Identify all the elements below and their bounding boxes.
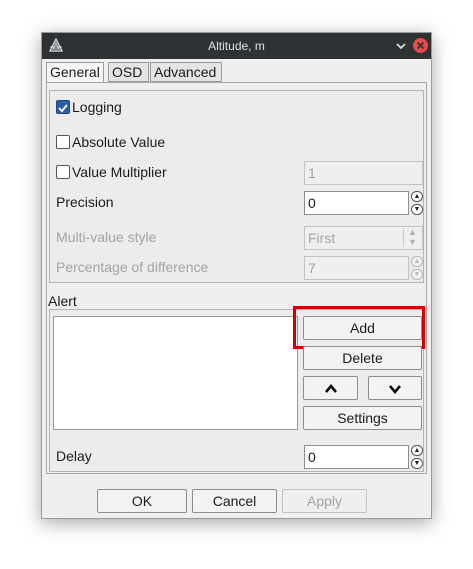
ok-button[interactable]: OK <box>97 489 187 513</box>
value-multiplier-label[interactable]: Value Multiplier <box>72 161 167 183</box>
general-options-group: Logging Absolute Value Value Multiplier … <box>49 90 424 283</box>
multi-value-style-label: Multi-value style <box>56 229 157 245</box>
precision-label: Precision <box>56 194 114 210</box>
tab-general[interactable]: General <box>46 62 104 83</box>
tab-advanced[interactable]: Advanced <box>150 62 222 82</box>
chevron-up-icon <box>324 383 337 393</box>
add-button-highlight <box>293 306 425 349</box>
delay-field[interactable]: 0 <box>304 445 409 469</box>
value-multiplier-field: 1 <box>304 161 423 185</box>
window-title: Altitude, m <box>208 39 265 53</box>
percentage-difference-label: Percentage of difference <box>56 259 209 275</box>
cancel-button[interactable]: Cancel <box>192 489 277 513</box>
chevron-updown-icon: ▲ ▼ <box>408 227 417 247</box>
tab-osd[interactable]: OSD <box>108 62 149 82</box>
percentage-spin-down: ▼ <box>411 269 423 280</box>
precision-spin-up[interactable]: ▲ <box>411 191 423 202</box>
title-bar[interactable]: Altitude, m <box>42 33 431 59</box>
absolute-value-label[interactable]: Absolute Value <box>72 131 165 153</box>
move-down-button[interactable] <box>368 376 422 400</box>
delay-label: Delay <box>56 448 92 464</box>
delete-alert-button[interactable]: Delete <box>303 346 422 370</box>
move-up-button[interactable] <box>303 376 358 400</box>
alert-settings-button[interactable]: Settings <box>303 406 422 430</box>
multi-value-style-value: First <box>308 230 336 246</box>
logging-checkbox[interactable] <box>56 100 70 114</box>
chevron-down-icon <box>396 43 406 50</box>
close-button[interactable] <box>413 38 428 53</box>
precision-spin-down[interactable]: ▼ <box>411 204 423 215</box>
chevron-down-icon <box>389 385 401 395</box>
multi-value-style-select: First ▲ ▼ <box>304 226 423 250</box>
dialog-window: Altitude, m General OSD Advanced Logging… <box>41 32 432 519</box>
close-icon <box>416 41 425 50</box>
delay-spin-down[interactable]: ▼ <box>411 458 423 469</box>
apply-button: Apply <box>282 489 367 513</box>
value-multiplier-checkbox[interactable] <box>56 165 70 179</box>
checkmark-icon <box>58 104 68 113</box>
alert-list[interactable] <box>53 316 298 430</box>
precision-field[interactable]: 0 <box>304 191 409 215</box>
alert-group: Add Delete Settings Delay 0 ▲ ▼ <box>49 306 425 472</box>
combo-arrows-icon <box>403 229 404 247</box>
absolute-value-checkbox[interactable] <box>56 135 70 149</box>
general-panel: Logging Absolute Value Value Multiplier … <box>46 82 427 474</box>
percentage-difference-field: 7 <box>304 256 409 280</box>
logging-label[interactable]: Logging <box>72 96 122 118</box>
delay-spin-up[interactable]: ▲ <box>411 445 423 456</box>
percentage-spin-up: ▲ <box>411 256 423 267</box>
minimize-button[interactable] <box>394 39 408 53</box>
